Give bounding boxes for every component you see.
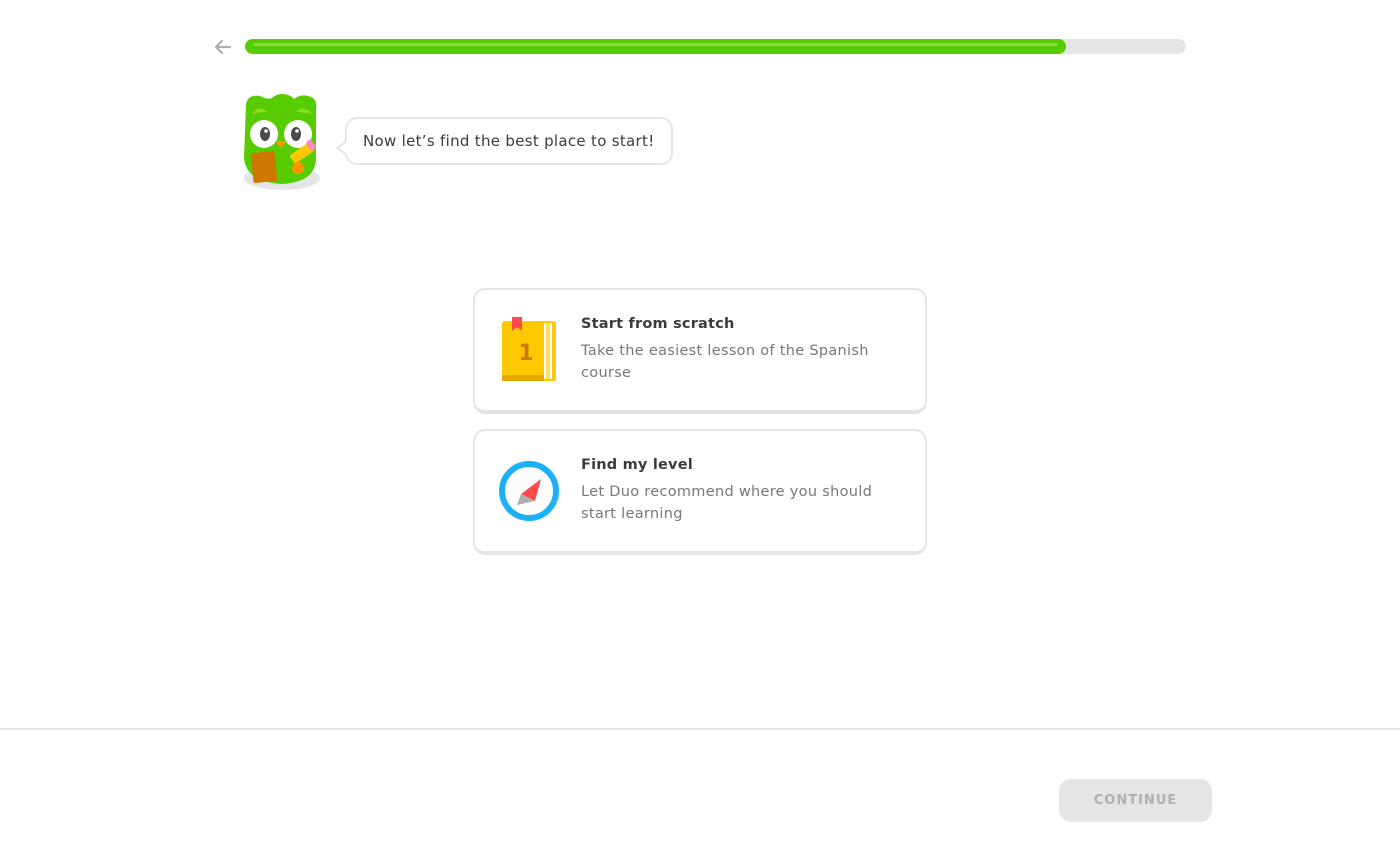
progress-fill: [245, 39, 1066, 54]
compass-icon: [497, 458, 561, 524]
footer-divider: [0, 728, 1400, 730]
find-my-level-option[interactable]: Find my level Let Duo recommend where yo…: [473, 429, 927, 555]
book-icon: 1: [497, 317, 561, 383]
progress-bar: [245, 39, 1186, 54]
start-from-scratch-option[interactable]: 1 Start from scratch Take the easiest le…: [473, 288, 927, 414]
option-description: Let Duo recommend where you should start…: [581, 484, 873, 522]
option-text: Find my level Let Duo recommend where yo…: [581, 457, 905, 525]
option-description: Take the easiest lesson of the Spanish c…: [581, 343, 869, 381]
speech-bubble: Now let’s find the best place to start!: [336, 117, 673, 165]
option-text: Start from scratch Take the easiest less…: [581, 316, 905, 384]
option-title: Find my level: [581, 457, 693, 473]
arrow-left-icon: [214, 39, 232, 55]
back-button[interactable]: [210, 34, 236, 60]
option-title: Start from scratch: [581, 316, 735, 332]
owl-mascot-icon: [238, 90, 324, 192]
continue-button[interactable]: CONTINUE: [1059, 779, 1212, 822]
book-number: 1: [518, 341, 533, 366]
speech-text: Now let’s find the best place to start!: [363, 132, 655, 150]
